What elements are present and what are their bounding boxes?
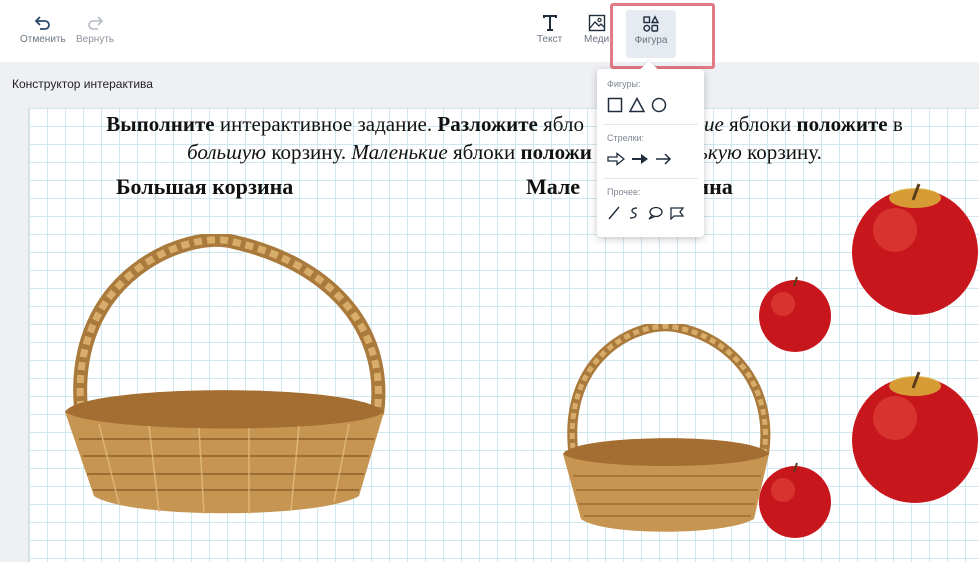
redo-button[interactable]: Вернуть <box>76 12 114 45</box>
line-arrow-icon[interactable] <box>655 152 673 166</box>
text-icon <box>542 12 558 34</box>
triangle-shape-icon[interactable] <box>629 97 645 113</box>
undo-button[interactable]: Отменить <box>20 12 66 45</box>
circle-shape-icon[interactable] <box>651 97 667 113</box>
small-basket-heading-left: Мале <box>526 174 581 199</box>
task-line-2-start: большую корзину. Маленькие яблоки положи <box>187 140 592 164</box>
redo-label: Вернуть <box>76 34 115 45</box>
task-text-fragment: Разложите <box>437 112 538 136</box>
undo-icon <box>34 12 52 34</box>
small-apple-image[interactable] <box>757 462 833 538</box>
task-text-fragment: интерактивное задание. <box>214 112 438 136</box>
flag-tool-icon[interactable] <box>669 206 685 220</box>
task-line-1-start: Выполните интерактивное задание. Разложи… <box>106 112 584 136</box>
line-tool-icon[interactable] <box>607 206 621 220</box>
undo-label: Отменить <box>20 34 66 45</box>
media-tool-button[interactable]: Меди <box>584 12 609 45</box>
filled-arrow-icon[interactable] <box>631 152 649 166</box>
small-basket-image[interactable] <box>559 324 774 539</box>
figure-dropdown: Фигуры: Стрелки: Прочее: <box>597 60 704 237</box>
text-tool-label: Текст <box>537 34 563 45</box>
big-basket-image[interactable] <box>59 234 389 519</box>
task-text-fragment: корзину. <box>266 140 352 164</box>
task-text-fragment: в <box>887 112 903 136</box>
dropdown-divider <box>603 124 698 125</box>
task-text-fragment: ие <box>703 112 724 136</box>
task-line-1-end: ие яблоки положите в <box>704 112 903 136</box>
other-row <box>607 202 694 224</box>
redo-icon <box>86 12 104 34</box>
task-text-fragment: ябло <box>537 112 584 136</box>
task-text-fragment: яблоки <box>723 112 797 136</box>
media-tool-label: Меди <box>584 34 610 45</box>
text-tool-button[interactable]: Текст <box>537 12 562 45</box>
square-shape-icon[interactable] <box>607 97 623 113</box>
task-line-1: Выполните интерактивное задание. Разложи… <box>29 110 979 138</box>
task-text-fragment: корзину. <box>741 140 822 164</box>
dropdown-divider <box>603 178 698 179</box>
task-text[interactable]: Выполните интерактивное задание. Разложи… <box>29 110 979 166</box>
editor-canvas[interactable]: Выполните интерактивное задание. Разложи… <box>28 108 979 562</box>
task-text-fragment: положите <box>796 112 888 136</box>
arrows-row <box>607 148 694 170</box>
speech-bubble-icon[interactable] <box>647 206 663 220</box>
task-text-fragment: яблоки <box>447 140 521 164</box>
small-apple-image[interactable] <box>757 276 833 352</box>
freehand-tool-icon[interactable] <box>627 206 641 220</box>
task-text-fragment: большую <box>187 140 267 164</box>
task-text-fragment: Выполните <box>106 112 215 136</box>
shapes-row <box>607 94 694 116</box>
task-text-fragment: положи <box>520 140 592 164</box>
shapes-section-label: Фигуры: <box>607 79 641 89</box>
large-apple-image[interactable] <box>849 370 979 504</box>
big-basket-heading[interactable]: Большая корзина <box>116 174 293 200</box>
highlight-frame <box>610 3 715 69</box>
image-icon <box>588 12 606 34</box>
other-section-label: Прочее: <box>607 187 641 197</box>
arrows-section-label: Стрелки: <box>607 133 645 143</box>
large-apple-image[interactable] <box>849 182 979 316</box>
outline-arrow-icon[interactable] <box>607 152 625 166</box>
task-line-2: большую корзину. Маленькие яблоки положи… <box>29 138 979 166</box>
top-toolbar: Отменить Вернуть Текст Меди Фигура <box>0 0 979 62</box>
task-line-2-end: нькую корзину. <box>688 140 822 164</box>
task-text-fragment: Маленькие <box>351 140 448 164</box>
constructor-title: Конструктор интерактива <box>12 77 153 91</box>
